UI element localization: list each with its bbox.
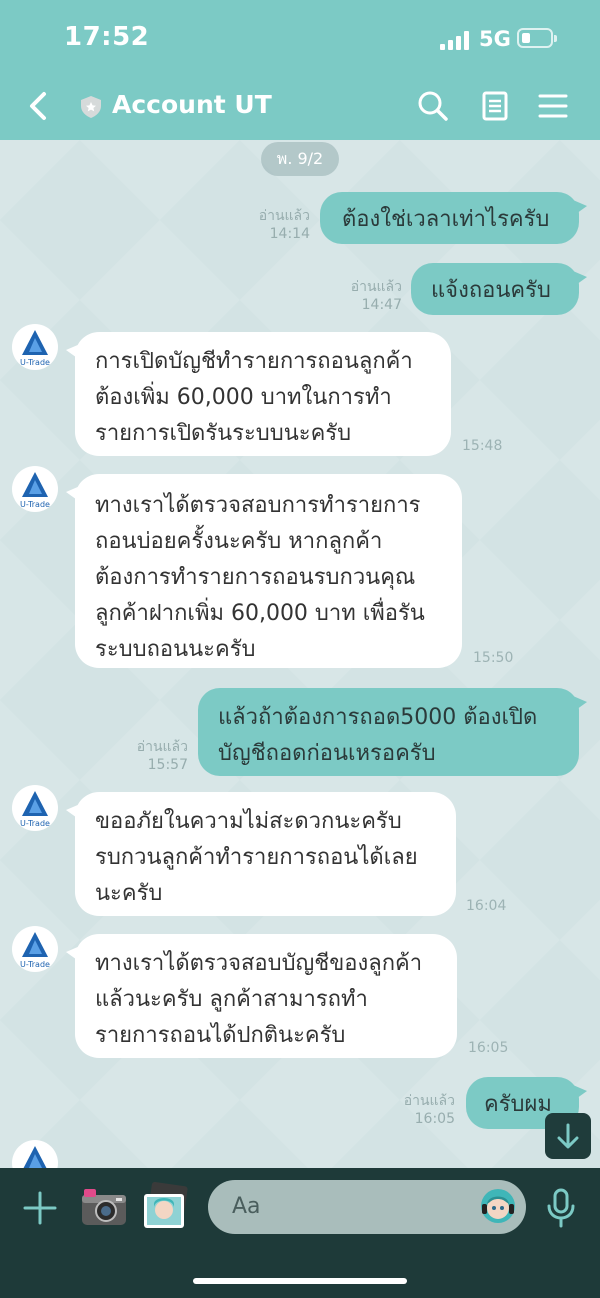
svg-text:U-Trade: U-Trade xyxy=(20,358,50,367)
battery-icon xyxy=(517,28,557,48)
message-bubble-incoming[interactable]: การเปิดบัญชีทำรายการถอนลูกค้า ต้องเพิ่ม … xyxy=(66,332,451,456)
arrow-down-icon xyxy=(557,1123,579,1149)
message-bubble-outgoing[interactable]: แจ้งถอนครับ xyxy=(411,263,587,315)
notes-icon[interactable] xyxy=(477,88,513,124)
message-bubble-outgoing[interactable]: แล้วถ้าต้องการถอด5000 ต้องเปิด บัญชีถอดก… xyxy=(198,688,587,776)
sender-avatar[interactable]: U-Trade xyxy=(12,466,58,512)
message-read-status: อ่านแล้ว 16:05 xyxy=(403,1093,455,1127)
sender-avatar[interactable] xyxy=(12,1140,58,1168)
message-read-status: อ่านแล้ว 14:47 xyxy=(350,279,402,313)
message-bubble-incoming[interactable]: ขออภัยในความไม่สะดวกนะครับ รบกวนลูกค้าทำ… xyxy=(66,792,456,916)
svg-text:U-Trade: U-Trade xyxy=(20,500,50,509)
message-read-status: อ่านแล้ว 14:14 xyxy=(258,208,310,242)
message-bubble-incoming[interactable]: ทางเราได้ตรวจสอบการทำรายการ ถอนบ่อยครั้ง… xyxy=(66,474,462,668)
message-bubble-incoming[interactable]: ทางเราได้ตรวจสอบบัญชีของลูกค้า แล้วนะครั… xyxy=(66,934,457,1058)
camera-icon[interactable] xyxy=(80,1186,128,1228)
shield-icon xyxy=(80,95,102,119)
message-time: 15:50 xyxy=(473,650,514,666)
message-bubble-outgoing[interactable]: ต้องใช่เวลาเท่าไรครับ xyxy=(320,192,587,244)
sender-avatar[interactable]: U-Trade xyxy=(12,785,58,831)
signal-icon xyxy=(440,30,470,50)
svg-text:U-Trade: U-Trade xyxy=(20,819,50,828)
sender-avatar[interactable]: U-Trade xyxy=(12,324,58,370)
chat-area[interactable]: พ. 9/2 อ่านแล้ว 14:14 ต้องใช่เวลาเท่าไรคร… xyxy=(0,140,600,1168)
status-time: 17:52 xyxy=(64,22,150,52)
network-label: 5G xyxy=(479,27,511,51)
chat-title: Account UT xyxy=(112,90,272,119)
message-time: 16:05 xyxy=(468,1040,509,1056)
search-icon[interactable] xyxy=(415,88,451,124)
home-indicator xyxy=(193,1278,407,1284)
mic-icon[interactable] xyxy=(546,1188,576,1228)
sticker-icon[interactable] xyxy=(478,1186,518,1226)
plus-icon[interactable] xyxy=(22,1190,58,1226)
message-read-status: อ่านแล้ว 15:57 xyxy=(136,739,188,773)
sender-avatar[interactable]: U-Trade xyxy=(12,926,58,972)
message-time: 15:48 xyxy=(462,438,503,454)
menu-icon[interactable] xyxy=(535,88,571,124)
message-time: 16:04 xyxy=(466,898,507,914)
photo-icon[interactable] xyxy=(140,1182,192,1232)
svg-text:U-Trade: U-Trade xyxy=(20,960,50,969)
back-icon[interactable] xyxy=(22,88,58,124)
top-bar: 17:52 5G Account UT xyxy=(0,0,600,140)
date-separator: พ. 9/2 xyxy=(261,142,339,176)
scroll-to-bottom-button[interactable] xyxy=(545,1113,591,1159)
